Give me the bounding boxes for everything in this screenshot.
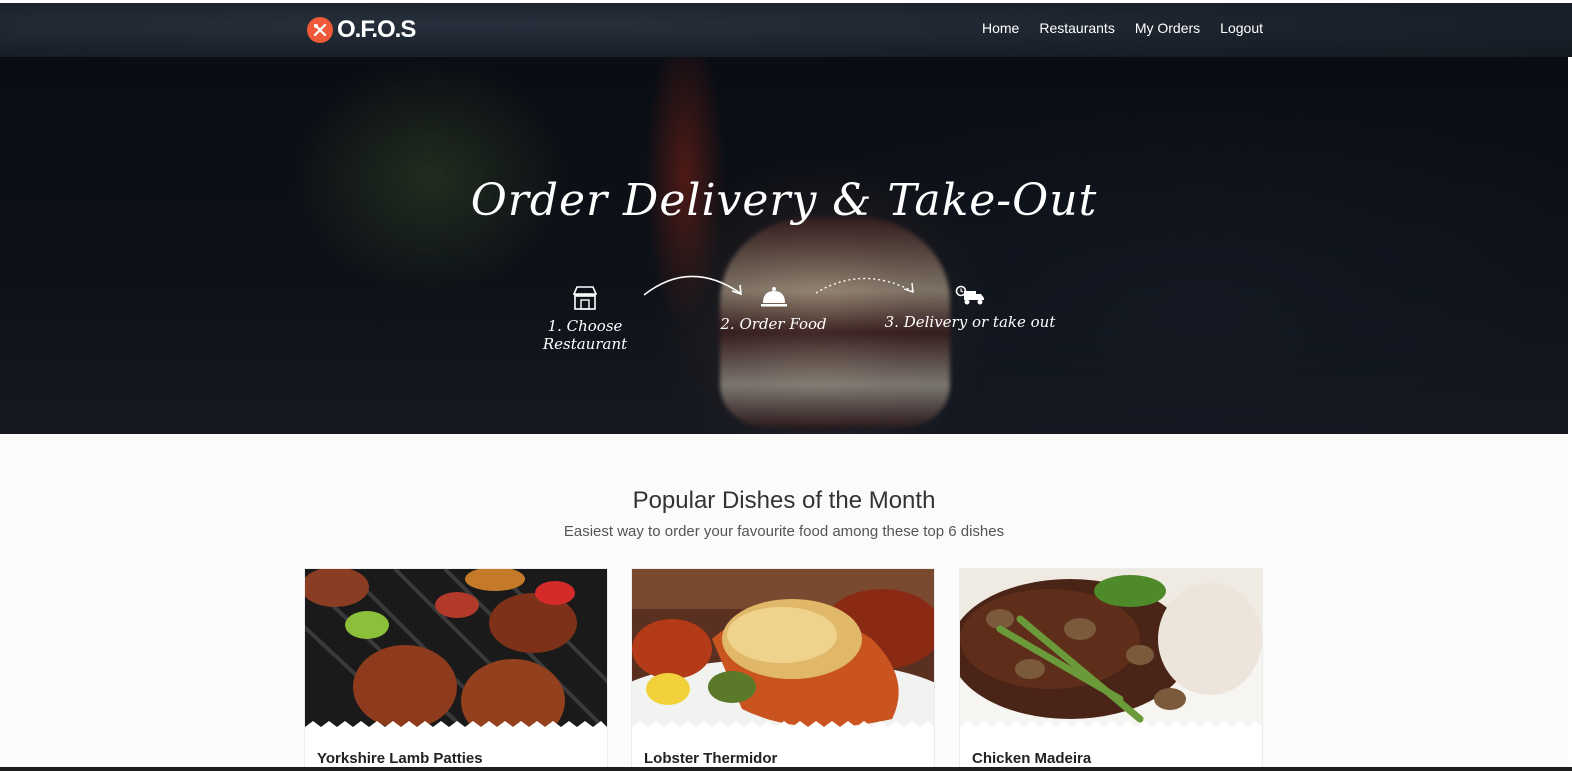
right-edge — [1568, 57, 1572, 771]
brand-logo-link[interactable]: O.F.O.S — [307, 15, 416, 45]
dish-image[interactable] — [960, 569, 1262, 733]
nav-my-orders[interactable]: My Orders — [1135, 20, 1200, 36]
popular-section-title: Popular Dishes of the Month — [632, 487, 936, 514]
dish-name[interactable]: Chicken Madeira — [972, 750, 1091, 767]
step-delivery-or-takeout: 3. Delivery or take out — [880, 285, 1060, 331]
nav-restaurants[interactable]: Restaurants — [1039, 20, 1114, 36]
step-1-label: 1. Choose Restaurant — [542, 317, 628, 353]
top-navbar: O.F.O.S Home Restaurants My Orders Logou… — [0, 0, 1572, 57]
dish-card[interactable]: Chicken Madeira — [959, 568, 1263, 771]
step-2-label: 2. Order Food — [720, 315, 827, 333]
dish-image[interactable] — [305, 569, 607, 733]
dish-name[interactable]: Lobster Thermidor — [644, 750, 777, 767]
dish-name[interactable]: Yorkshire Lamb Patties — [317, 750, 483, 767]
hero-title: Order Delivery & Take-Out — [470, 175, 1098, 226]
dish-card[interactable]: Yorkshire Lamb Patties — [304, 568, 608, 771]
nav-home[interactable]: Home — [982, 20, 1019, 36]
nav-logout[interactable]: Logout — [1220, 20, 1263, 36]
utensils-logo-icon — [307, 17, 333, 43]
bottom-border — [0, 767, 1572, 771]
dish-image[interactable] — [632, 569, 934, 733]
nav-menu: Home Restaurants My Orders Logout — [982, 20, 1263, 36]
delivery-truck-icon — [880, 285, 1060, 311]
popular-section-subtitle: Easiest way to order your favourite food… — [563, 523, 1005, 540]
dish-card[interactable]: Lobster Thermidor — [631, 568, 935, 771]
hero-banner: Order Delivery & Take-Out 1. Choose Rest… — [0, 57, 1568, 434]
brand-name: O.F.O.S — [337, 16, 416, 43]
page: O.F.O.S Home Restaurants My Orders Logou… — [0, 0, 1572, 771]
step-3-label: 3. Delivery or take out — [884, 313, 1056, 331]
